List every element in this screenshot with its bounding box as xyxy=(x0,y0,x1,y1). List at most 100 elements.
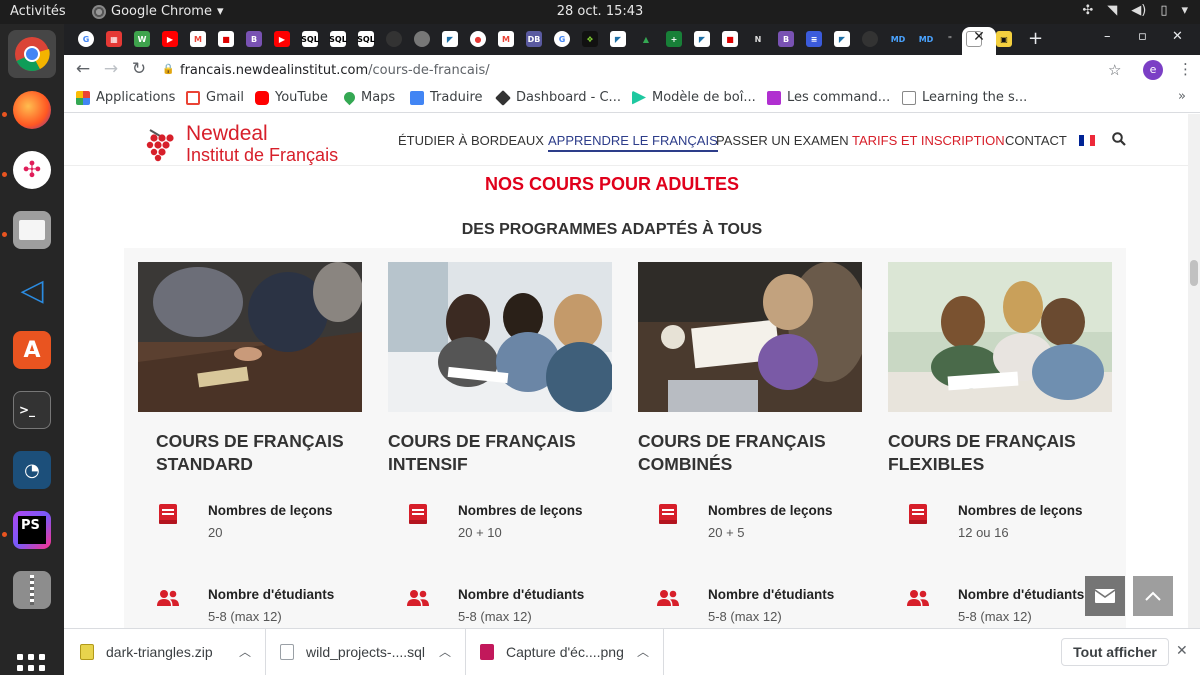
tab-favicon[interactable] xyxy=(414,31,430,47)
course-card-standard[interactable]: COURS DE FRANÇAIS STANDARD Nombres de le… xyxy=(138,262,362,628)
system-tray[interactable]: ✣ ◥ ◀) ▯ ▾ xyxy=(1082,3,1188,18)
activities-button[interactable]: Activités xyxy=(10,4,66,19)
slack-tray-icon[interactable]: ✣ xyxy=(1082,3,1093,18)
tab-favicon-github[interactable] xyxy=(386,31,402,47)
dock-phpstorm[interactable]: PS xyxy=(8,506,56,554)
tab-favicon[interactable]: ◤ xyxy=(610,31,626,47)
bookmark-learning[interactable]: Learning the s... xyxy=(902,90,1027,105)
scrollbar-thumb[interactable] xyxy=(1190,260,1198,286)
maps-pin-icon xyxy=(341,89,358,106)
dock-archive[interactable] xyxy=(8,566,56,614)
chevron-up-icon[interactable]: ︿ xyxy=(637,643,649,660)
tab-favicon[interactable]: ◤ xyxy=(834,31,850,47)
nav-apprendre-francais[interactable]: APPRENDRE LE FRANÇAIS xyxy=(548,133,718,152)
tab-favicon-sheets[interactable]: + xyxy=(666,31,682,47)
tab-favicon[interactable]: ◤ xyxy=(442,31,458,47)
bookmark-dashboard[interactable]: Dashboard - C... xyxy=(495,89,621,106)
tab-favicon[interactable]: B xyxy=(246,31,262,47)
bookmark-applications[interactable]: Applications xyxy=(76,90,175,105)
forward-icon[interactable]: → xyxy=(100,59,122,79)
tab-favicon[interactable]: " xyxy=(942,31,958,47)
page-scrollbar[interactable] xyxy=(1188,114,1200,628)
tab-favicon[interactable]: B xyxy=(778,31,794,47)
profile-avatar[interactable]: e xyxy=(1143,60,1163,80)
bookmark-commandes[interactable]: Les command... xyxy=(767,90,890,105)
tab-favicon[interactable]: ■ xyxy=(722,31,738,47)
nav-tarifs-inscription[interactable]: TARIFS ET INSCRIPTION xyxy=(852,133,1005,148)
french-flag-icon[interactable] xyxy=(1079,135,1095,146)
minimize-icon[interactable]: – xyxy=(1104,29,1111,44)
tab-favicon[interactable]: W xyxy=(134,31,150,47)
course-card-flexibles[interactable]: COURS DE FRANÇAIS FLEXIBLES Nombres de l… xyxy=(888,262,1112,628)
new-tab-button[interactable]: + xyxy=(1028,28,1043,49)
tab-favicon[interactable]: ◤ xyxy=(694,31,710,47)
tab-favicon[interactable]: ▣ xyxy=(996,31,1012,47)
tab-favicon[interactable] xyxy=(862,31,878,47)
bookmark-translate[interactable]: Traduire xyxy=(410,90,483,105)
tab-favicon[interactable]: ▦ xyxy=(106,31,122,47)
bookmarks-overflow-icon[interactable]: » xyxy=(1178,89,1186,104)
chrome-menu-icon[interactable]: ⋮ xyxy=(1178,60,1193,78)
bookmark-maps[interactable]: Maps xyxy=(341,89,395,106)
tab-favicon[interactable]: DB xyxy=(526,31,542,47)
bookmark-gmail[interactable]: Gmail xyxy=(186,90,244,105)
bookmark-modele[interactable]: Modèle de boî... xyxy=(632,90,756,105)
bookmark-star-icon[interactable]: ☆ xyxy=(1108,61,1121,79)
section-heading: NOS COURS POUR ADULTES xyxy=(484,174,739,194)
dock-vscode[interactable]: ◁ xyxy=(8,266,56,314)
show-all-downloads-button[interactable]: Tout afficher xyxy=(1061,638,1169,666)
search-icon[interactable] xyxy=(1112,132,1126,146)
tab-favicon-sql[interactable]: SQL xyxy=(329,31,347,47)
tab-favicon-google[interactable]: G xyxy=(554,31,570,47)
maximize-icon[interactable]: ▫ xyxy=(1138,29,1147,44)
back-icon[interactable]: ← xyxy=(72,59,94,79)
nav-contact[interactable]: CONTACT xyxy=(1005,133,1067,148)
play-icon xyxy=(632,90,646,105)
bookmark-youtube[interactable]: YouTube xyxy=(255,90,328,105)
download-item[interactable]: dark-triangles.zip ︿ xyxy=(64,629,266,675)
tab-favicon[interactable]: ■ xyxy=(218,31,234,47)
dock-software[interactable]: A xyxy=(8,326,56,374)
dock-slack[interactable]: ✣ xyxy=(8,146,56,194)
scroll-to-top-button[interactable] xyxy=(1133,576,1173,616)
tab-favicon-gmail[interactable]: M xyxy=(498,31,514,47)
dock-firefox[interactable] xyxy=(8,86,56,134)
nav-etudier-bordeaux[interactable]: ÉTUDIER À BORDEAUX xyxy=(398,133,544,148)
tab-favicon[interactable]: ● xyxy=(470,31,486,47)
tab-favicon-youtube[interactable]: ▶ xyxy=(162,31,178,47)
tab-favicon[interactable]: MD xyxy=(890,31,906,47)
download-item[interactable]: Capture d'éc....png ︿ xyxy=(466,629,664,675)
tab-favicon-gmail[interactable]: M xyxy=(190,31,206,47)
window-close-icon[interactable]: ✕ xyxy=(1172,29,1183,44)
download-item[interactable]: wild_projects-....sql ︿ xyxy=(266,629,466,675)
tab-favicon[interactable]: ≡ xyxy=(806,31,822,47)
tab-strip: G ▦ W ▶ M ■ B ▶ SQL SQL SQL ◤ ● M DB G ❖… xyxy=(64,24,1200,55)
chevron-up-icon[interactable]: ︿ xyxy=(439,643,451,660)
tab-favicon-sql[interactable]: SQL xyxy=(357,31,375,47)
course-card-intensif[interactable]: COURS DE FRANÇAIS INTENSIF Nombres de le… xyxy=(388,262,612,628)
tab-favicon-youtube[interactable]: ▶ xyxy=(274,31,290,47)
tab-favicon-google[interactable]: G xyxy=(78,31,94,47)
system-top-bar: Activités Google Chrome ▾ 28 oct. 15:43 … xyxy=(0,0,1200,24)
url-path: /cours-de-francais/ xyxy=(368,62,490,78)
tab-favicon[interactable]: ❖ xyxy=(582,31,598,47)
nav-passer-examen[interactable]: PASSER UN EXAMEN xyxy=(716,133,849,148)
dock-files[interactable] xyxy=(8,206,56,254)
dock-terminal[interactable]: >_ xyxy=(8,386,56,434)
dock-chrome[interactable] xyxy=(8,30,56,78)
course-card-combines[interactable]: COURS DE FRANÇAIS COMBINÉS Nombres de le… xyxy=(638,262,862,628)
tab-favicon-sql[interactable]: SQL xyxy=(301,31,319,47)
address-bar[interactable]: 🔒 francais.newdealinstitut.com/cours-de-… xyxy=(154,57,1134,83)
app-menu[interactable]: Google Chrome ▾ xyxy=(92,4,224,19)
tab-favicon[interactable]: MD xyxy=(918,31,934,47)
tab-favicon[interactable]: N xyxy=(750,31,766,47)
tab-favicon-drive[interactable]: ▲ xyxy=(638,31,654,47)
chevron-up-icon[interactable]: ︿ xyxy=(239,643,251,660)
tab-close-icon[interactable]: ✕ xyxy=(970,29,988,45)
contact-email-button[interactable] xyxy=(1085,576,1125,616)
power-menu-icon[interactable]: ▾ xyxy=(1181,3,1188,18)
close-shelf-icon[interactable]: ✕ xyxy=(1176,643,1188,659)
show-applications-icon[interactable] xyxy=(17,654,45,675)
dock-mysql-workbench[interactable]: ◔ xyxy=(8,446,56,494)
reload-icon[interactable]: ↻ xyxy=(128,59,150,79)
